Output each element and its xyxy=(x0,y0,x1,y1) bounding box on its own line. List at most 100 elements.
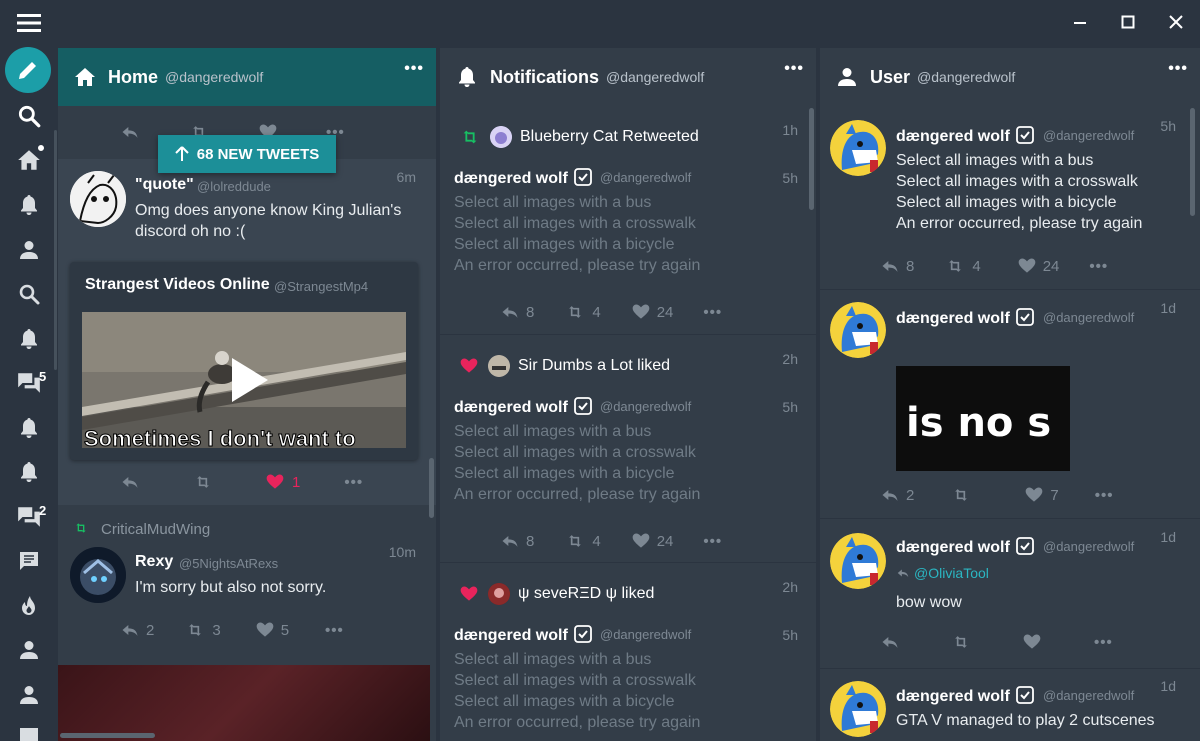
reply-to[interactable]: @OliviaTool xyxy=(896,565,989,581)
tweet-author-handle[interactable]: @dangeredwolf xyxy=(600,170,691,185)
minimize-button[interactable] xyxy=(1056,0,1104,44)
avatar[interactable] xyxy=(830,533,886,589)
tweet[interactable]: dængered wolf @dangeredwolf 1d GTA V man… xyxy=(820,668,1200,741)
more-icon[interactable]: ••• xyxy=(1095,487,1114,504)
sidebar-item-search-2[interactable] xyxy=(0,274,57,314)
column-options-button[interactable]: ••• xyxy=(1168,60,1188,78)
avatar[interactable] xyxy=(830,681,886,737)
quoted-tweet-card[interactable]: Strangest Videos Online @StrangestMp4 So… xyxy=(70,262,418,460)
quoted-author-name[interactable]: Strangest Videos Online xyxy=(85,276,270,294)
horizontal-scrollbar[interactable] xyxy=(60,733,155,738)
like-button[interactable]: 24 xyxy=(1017,256,1059,276)
column-options-button[interactable]: ••• xyxy=(404,60,424,78)
column-scrollbar[interactable] xyxy=(809,108,814,210)
reply-button[interactable]: 8 xyxy=(500,302,534,322)
notifier-avatar[interactable] xyxy=(488,583,510,605)
tweet-timestamp[interactable]: 5h xyxy=(1160,118,1176,134)
column-options-button[interactable]: ••• xyxy=(784,60,804,78)
like-button[interactable]: 7 xyxy=(1024,485,1059,505)
tweet-author-handle[interactable]: @lolreddude xyxy=(197,179,271,194)
tweet-author-handle[interactable]: @dangeredwolf xyxy=(1043,688,1134,703)
sidebar-item-user-2[interactable] xyxy=(0,630,57,670)
retweet-button[interactable]: 3 xyxy=(184,620,221,640)
like-button[interactable]: 24 xyxy=(631,531,673,551)
reply-button[interactable]: 2 xyxy=(880,485,914,505)
like-button[interactable] xyxy=(1022,632,1042,652)
more-icon[interactable]: ••• xyxy=(1094,634,1113,651)
tweet[interactable]: dængered wolf @dangeredwolf 5h Select al… xyxy=(820,106,1200,289)
tweet-timestamp[interactable]: 10m xyxy=(389,544,416,560)
tweet-author-name[interactable]: dængered wolf xyxy=(896,686,1034,706)
retweet-button[interactable] xyxy=(950,485,972,505)
sidebar-item-home[interactable] xyxy=(0,140,57,180)
sidebar-item-user-3[interactable] xyxy=(0,675,57,715)
sidebar-item-search[interactable] xyxy=(0,96,57,136)
tweet-image[interactable]: is no s xyxy=(896,366,1070,471)
media-preview[interactable] xyxy=(58,665,430,741)
tweet[interactable]: dængered wolf @dangeredwolf 1d @OliviaTo… xyxy=(820,518,1200,668)
sidebar-item-notifications-4[interactable] xyxy=(0,452,57,492)
column-scrollbar[interactable] xyxy=(429,458,434,518)
sidebar-item-notifications-3[interactable] xyxy=(0,408,57,448)
tweet-timestamp[interactable]: 6m xyxy=(397,169,416,185)
retweet-button[interactable] xyxy=(950,632,972,652)
tweet-author-handle[interactable]: @dangeredwolf xyxy=(1043,310,1134,325)
tweet[interactable]: dængered wolf @dangeredwolf 1d is no s 2… xyxy=(820,289,1200,518)
reply-button[interactable]: 2 xyxy=(120,620,154,640)
tweet-timestamp[interactable]: 5h xyxy=(782,399,798,415)
sidebar-item-messages[interactable]: 5 xyxy=(0,363,57,403)
sidebar-item-message[interactable] xyxy=(0,541,57,581)
tweet[interactable]: CriticalMudWing Rexy @5NightsAtRexs 10m … xyxy=(58,506,436,661)
tweet-author-name[interactable]: dængered wolf xyxy=(454,397,592,417)
retweet-button[interactable]: 4 xyxy=(564,302,601,322)
notifier-avatar[interactable] xyxy=(490,126,512,148)
new-tweets-button[interactable]: 68 NEW TWEETS xyxy=(158,135,336,173)
avatar[interactable] xyxy=(70,171,126,227)
tweet-timestamp[interactable]: 5h xyxy=(782,170,798,186)
sidebar-item-notifications-2[interactable] xyxy=(0,319,57,359)
tweet-author-handle[interactable]: @dangeredwolf xyxy=(1043,128,1134,143)
more-icon[interactable]: ••• xyxy=(325,622,344,639)
sidebar-item-lists[interactable] xyxy=(0,718,57,741)
like-button[interactable]: 5 xyxy=(255,620,289,640)
reply-button[interactable]: 8 xyxy=(500,531,534,551)
column-scrollbar[interactable] xyxy=(1190,108,1195,216)
tweet-timestamp[interactable]: 1d xyxy=(1160,678,1176,694)
tweet-author-name[interactable]: dængered wolf xyxy=(896,537,1034,557)
notification-item[interactable]: ψ sеvеRΞD ψ liked 2h dængered wolf @dang… xyxy=(440,562,816,741)
tweet-author-name[interactable]: dængered wolf xyxy=(454,625,592,645)
avatar[interactable] xyxy=(830,302,886,358)
tweet-author-name[interactable]: dængered wolf xyxy=(896,308,1034,328)
like-button[interactable]: 1 xyxy=(264,472,300,492)
tweet-timestamp[interactable]: 5h xyxy=(782,627,798,643)
tweet-author-handle[interactable]: @dangeredwolf xyxy=(600,627,691,642)
tweet-timestamp[interactable]: 1d xyxy=(1160,529,1176,545)
like-button[interactable]: 24 xyxy=(631,302,673,322)
tweet-author-name[interactable]: dængered wolf xyxy=(896,126,1034,146)
reply-icon[interactable] xyxy=(120,122,140,142)
reply-button[interactable]: 8 xyxy=(880,256,914,276)
more-icon[interactable]: ••• xyxy=(344,474,363,491)
avatar[interactable] xyxy=(830,120,886,176)
more-icon[interactable]: ••• xyxy=(703,304,722,321)
close-button[interactable] xyxy=(1152,0,1200,44)
sidebar-item-trending[interactable] xyxy=(0,586,57,626)
notification-item[interactable]: Blueberry Cat Retweeted 1h dængered wolf… xyxy=(440,106,816,334)
compose-button[interactable] xyxy=(5,47,51,93)
tweet-author-name[interactable]: Rexy xyxy=(135,553,173,571)
sidebar-item-notifications[interactable] xyxy=(0,185,57,225)
tweet-author-name[interactable]: "quote" xyxy=(135,176,194,194)
video-thumbnail[interactable]: Sometimes I don't want to xyxy=(82,312,406,448)
play-icon[interactable] xyxy=(230,356,270,404)
retweet-button[interactable]: 4 xyxy=(944,256,981,276)
retweet-button[interactable]: 4 xyxy=(564,531,601,551)
avatar[interactable] xyxy=(70,547,126,603)
retweet-button[interactable] xyxy=(192,472,214,492)
tweet-author-name[interactable]: dængered wolf xyxy=(454,168,592,188)
retweeted-by[interactable]: CriticalMudWing xyxy=(101,521,210,538)
sidebar-scrollbar[interactable] xyxy=(54,130,57,370)
sidebar-item-user[interactable] xyxy=(0,230,57,270)
menu-button[interactable] xyxy=(0,3,57,43)
more-icon[interactable]: ••• xyxy=(703,533,722,550)
tweet-author-handle[interactable]: @dangeredwolf xyxy=(600,399,691,414)
